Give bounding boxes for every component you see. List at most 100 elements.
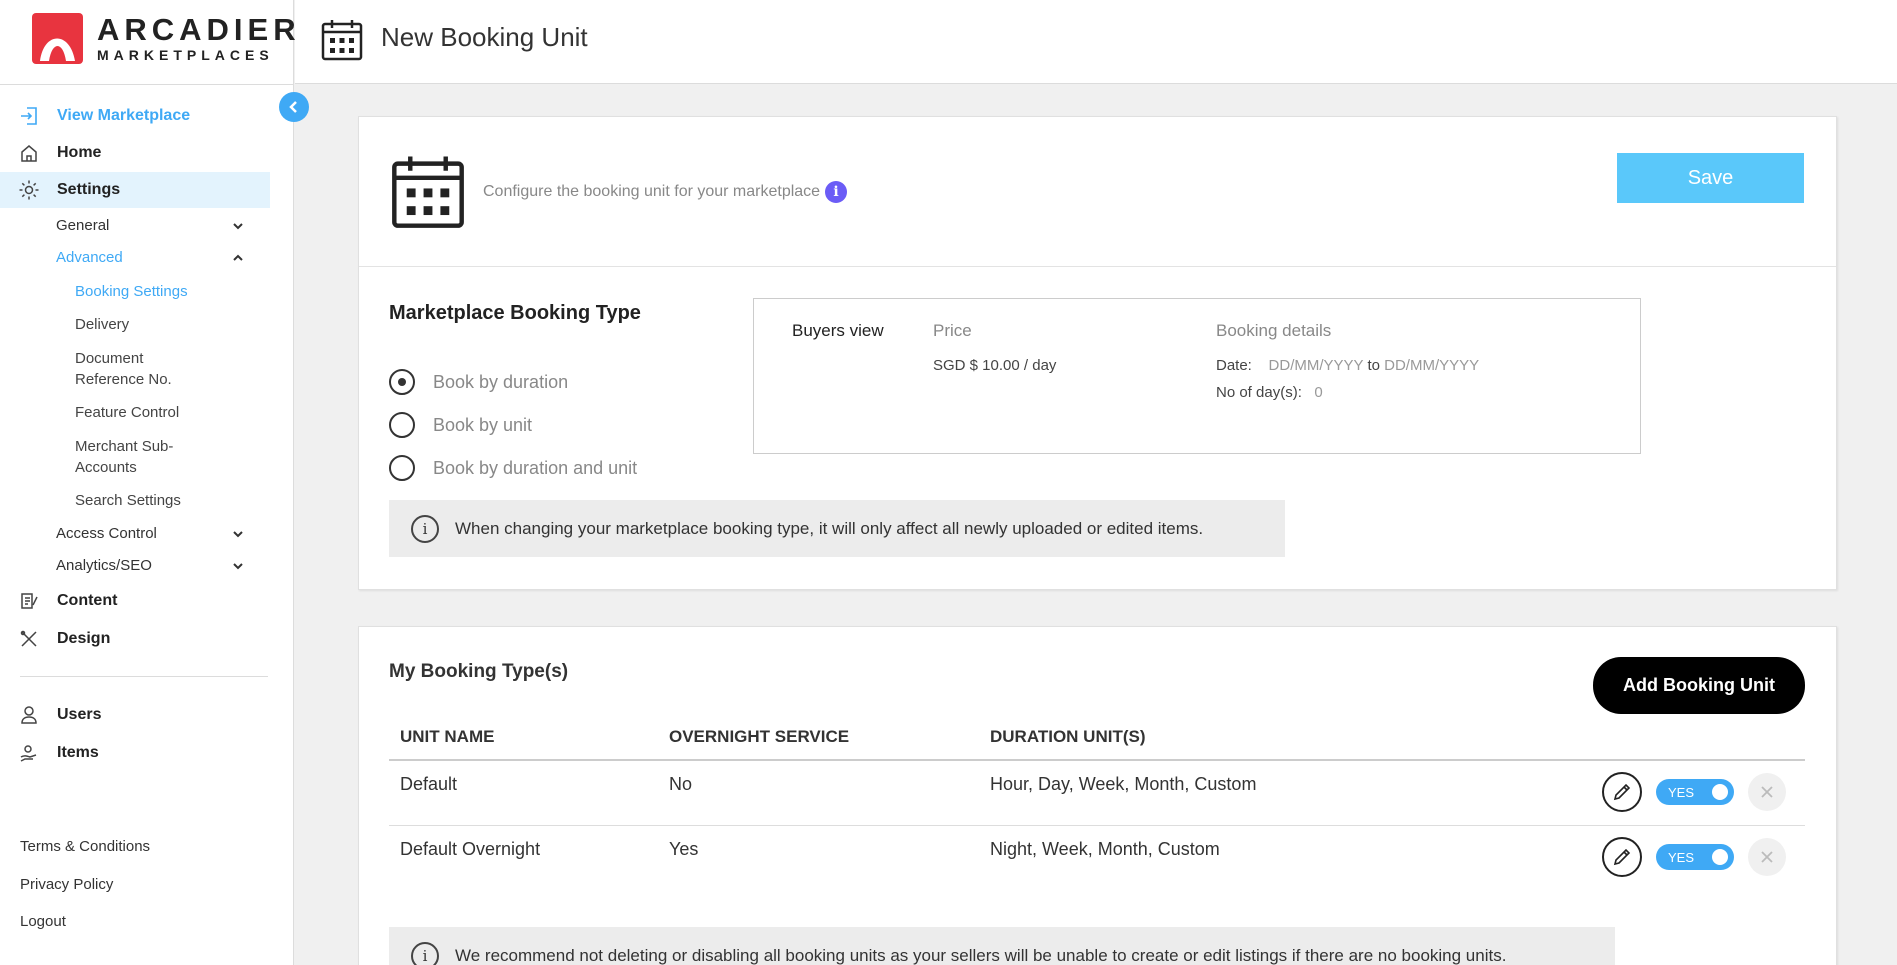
arcadier-logo-icon: [32, 13, 83, 64]
booking-type-title: Marketplace Booking Type: [389, 302, 641, 324]
row1-enabled-toggle[interactable]: YES: [1656, 779, 1734, 805]
sidebar-separator: [20, 676, 268, 677]
terms-link[interactable]: Terms & Conditions: [20, 838, 150, 855]
row1-unit-name: Default: [400, 774, 458, 794]
radio-unchecked-icon[interactable]: [389, 455, 415, 481]
date-from: DD/MM/YYYY: [1268, 357, 1364, 374]
booking-type-note-text: When changing your marketplace booking t…: [455, 518, 1204, 538]
toggle-knob: [1712, 849, 1728, 865]
nav-users[interactable]: Users: [0, 697, 270, 733]
days-value: 0: [1314, 384, 1323, 401]
row2-enabled-toggle[interactable]: YES: [1656, 844, 1734, 870]
nav-search-settings[interactable]: Search Settings: [75, 490, 205, 511]
nav-settings[interactable]: Settings: [0, 172, 270, 208]
radio-label: Book by duration: [433, 371, 569, 392]
pencil-icon: [1613, 848, 1631, 866]
date-label: Date:: [1216, 357, 1252, 374]
brand-logo[interactable]: ARCADIER MARKETPLACES: [32, 13, 301, 64]
nav-access-control[interactable]: Access Control: [56, 525, 243, 542]
save-button[interactable]: Save: [1617, 153, 1804, 203]
sidebar-collapse-button[interactable]: [279, 92, 309, 122]
toggle-label: YES: [1668, 784, 1695, 800]
nav-items-label: Items: [57, 744, 99, 761]
my-booking-types-card: My Booking Type(s) Add Booking Unit UNIT…: [358, 626, 1837, 965]
toggle-knob: [1712, 784, 1728, 800]
brand-title: ARCADIER: [97, 11, 301, 47]
nav-design[interactable]: Design: [0, 621, 270, 657]
nav-content-label: Content: [57, 592, 118, 609]
radio-label: Book by duration and unit: [433, 457, 638, 478]
nav-view-marketplace[interactable]: View Marketplace: [0, 98, 270, 134]
items-icon: [18, 742, 40, 764]
col-overnight-service: OVERNIGHT SERVICE: [669, 727, 850, 746]
privacy-link[interactable]: Privacy Policy: [20, 876, 113, 893]
toggle-label: YES: [1668, 849, 1695, 865]
nav-home[interactable]: Home: [0, 135, 270, 171]
buyers-view-preview: Buyers view Price SGD $ 10.00 / day Book…: [753, 298, 1641, 454]
chevron-down-icon: [232, 559, 244, 576]
radio-label: Book by unit: [433, 414, 533, 435]
buyers-view-label: Buyers view: [792, 321, 884, 340]
enter-icon: [18, 105, 40, 127]
nav-advanced[interactable]: Advanced: [56, 249, 243, 266]
radio-unchecked-icon[interactable]: [389, 412, 415, 438]
close-icon: [1761, 786, 1773, 798]
nav-items[interactable]: Items: [0, 735, 270, 771]
nav-feature-control[interactable]: Feature Control: [75, 402, 205, 423]
config-header: Configure the booking unit for your mark…: [359, 117, 1836, 267]
nav-analytics-seo-label: Analytics/SEO: [56, 557, 152, 574]
radio-book-by-duration-and-unit[interactable]: Book by duration and unit: [389, 455, 637, 481]
content-icon: [18, 590, 40, 612]
nav-settings-label: Settings: [57, 181, 121, 198]
nav-general[interactable]: General: [56, 217, 243, 234]
nav-content[interactable]: Content: [0, 583, 270, 619]
days-row: No of day(s): 0: [1216, 384, 1323, 401]
price-header: Price: [933, 321, 972, 340]
radio-book-by-unit[interactable]: Book by unit: [389, 412, 532, 438]
brand-subtitle: MARKETPLACES: [97, 46, 274, 63]
home-icon: [18, 142, 40, 164]
row2-duration-units: Night, Week, Month, Custom: [990, 839, 1220, 859]
nav-advanced-label: Advanced: [56, 249, 123, 266]
radio-checked-icon[interactable]: [389, 369, 415, 395]
row2-overnight: Yes: [669, 839, 699, 859]
date-to-word: to: [1367, 357, 1380, 374]
recommend-note-text: We recommend not deleting or disabling a…: [455, 945, 1507, 965]
col-duration-units: DURATION UNIT(S): [990, 727, 1146, 746]
chevron-up-icon: [232, 251, 244, 268]
page-header: New Booking Unit: [295, 0, 1897, 84]
booking-type-note: i When changing your marketplace booking…: [389, 500, 1285, 557]
calendar-icon: [392, 156, 464, 228]
config-description: Configure the booking unit for your mark…: [483, 181, 848, 203]
row1-overnight: No: [669, 774, 693, 794]
chevron-left-icon: [289, 101, 297, 113]
booking-date-row: Date: DD/MM/YYYY to DD/MM/YYYY: [1216, 357, 1479, 374]
nav-document-reference[interactable]: Document Reference No.: [75, 348, 195, 390]
nav-delivery[interactable]: Delivery: [75, 314, 205, 335]
row-divider: [389, 825, 1805, 826]
gear-icon: [18, 179, 40, 201]
days-label: No of day(s):: [1216, 384, 1302, 401]
chevron-down-icon: [232, 527, 244, 544]
row2-edit-button[interactable]: [1602, 837, 1642, 877]
user-icon: [18, 704, 40, 726]
row1-delete-button[interactable]: [1748, 773, 1786, 811]
add-booking-unit-button[interactable]: Add Booking Unit: [1593, 657, 1805, 714]
nav-general-label: General: [56, 217, 110, 234]
row1-edit-button[interactable]: [1602, 772, 1642, 812]
row2-delete-button[interactable]: [1748, 838, 1786, 876]
row1-duration-units: Hour, Day, Week, Month, Custom: [990, 774, 1257, 794]
info-icon[interactable]: i: [825, 181, 848, 203]
nav-merchant-sub-accounts[interactable]: Merchant Sub-Accounts: [75, 436, 190, 478]
nav-analytics-seo[interactable]: Analytics/SEO: [56, 557, 243, 574]
chevron-down-icon: [232, 219, 244, 236]
sidebar: ARCADIER MARKETPLACES View Marketplace H…: [0, 0, 296, 965]
design-icon: [18, 628, 40, 650]
nav-booking-settings[interactable]: Booking Settings: [75, 281, 205, 302]
radio-book-by-duration[interactable]: Book by duration: [389, 369, 568, 395]
info-circle-icon: i: [411, 941, 439, 965]
pencil-icon: [1613, 783, 1631, 801]
col-unit-name: UNIT NAME: [400, 727, 495, 746]
logo-divider: [0, 84, 294, 85]
logout-link[interactable]: Logout: [20, 913, 66, 930]
